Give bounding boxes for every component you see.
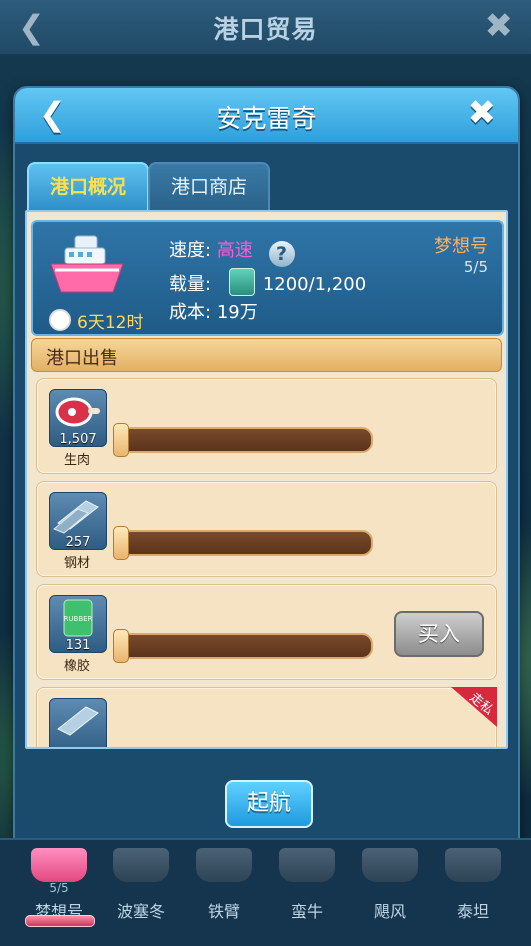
- slider-handle[interactable]: [113, 526, 129, 560]
- goods-row: 257 钢材: [36, 481, 497, 577]
- cargo-row: 载量: 1200/1,200: [169, 268, 366, 296]
- ship-thumb-icon: [196, 848, 252, 882]
- goods-count: 257: [65, 535, 91, 550]
- ship-thumb-icon: [362, 848, 418, 882]
- goods-count: 131: [65, 638, 91, 653]
- quantity-slider[interactable]: [117, 530, 373, 556]
- ship-count: 5/5: [463, 258, 488, 276]
- ship-slot-name: 泰坦: [456, 902, 489, 921]
- buy-button[interactable]: 买入: [394, 611, 484, 657]
- cost-value: 19万: [216, 302, 258, 323]
- ship-slot-count: 5/5: [49, 881, 69, 895]
- ship-icon: [50, 235, 124, 293]
- dialog-title: 安克雷奇: [216, 104, 317, 133]
- ship-slot-dream[interactable]: 5/5 梦想号: [24, 848, 94, 921]
- cargo-label: 载量:: [169, 274, 212, 295]
- steel-icon: [49, 698, 107, 747]
- ship-info-panel: 6天12时 速度: 高速 ? 载量: 1200/1,200 成本: 19万 梦想…: [31, 220, 504, 336]
- timer-text: 6天12时: [77, 313, 144, 333]
- section-header: 港口出售: [31, 338, 502, 372]
- goods-name: 生肉: [63, 453, 90, 468]
- ship-thumb-icon: [279, 848, 335, 882]
- cargo-value: 1200/1,200: [262, 274, 367, 295]
- goods-name: 钢材: [63, 556, 90, 571]
- selected-ship-indicator: [25, 915, 95, 927]
- dialog-close-icon[interactable]: ✖: [468, 93, 497, 133]
- cargo-icon: [228, 268, 255, 296]
- speed-label: 速度:: [169, 240, 212, 261]
- dialog-header: ❮ 安克雷奇 ✖: [15, 88, 518, 144]
- ship-slot-poseidon[interactable]: 波塞冬: [106, 848, 176, 921]
- tab-port-shop[interactable]: 港口商店: [148, 162, 270, 210]
- meat-icon: 1,507: [49, 389, 107, 447]
- ship-thumb-icon: [445, 848, 501, 882]
- ship-thumb-icon: [113, 848, 169, 882]
- ship-slot-hurricane[interactable]: 飓风: [355, 848, 425, 921]
- slider-handle[interactable]: [113, 423, 129, 457]
- goods-row: RUBBER 131 橡胶 买入: [36, 584, 497, 680]
- ship-name: 梦想号: [434, 236, 488, 257]
- steel-icon: 257: [49, 492, 107, 550]
- ship-slot-name: 蛮牛: [290, 902, 323, 921]
- page-title: 港口贸易: [213, 15, 318, 44]
- section-title: 港口出售: [46, 348, 118, 369]
- set-sail-button[interactable]: 起航: [225, 780, 313, 828]
- cost-label: 成本:: [169, 302, 212, 323]
- ship-selector-bar: 5/5 梦想号 波塞冬 铁臂 蛮牛 飓风 泰坦: [0, 838, 531, 946]
- help-icon[interactable]: ?: [268, 241, 295, 267]
- goods-count: 1,507: [59, 432, 97, 447]
- ship-slot-name: 铁臂: [207, 902, 240, 921]
- tab-port-overview[interactable]: 港口概况: [27, 162, 149, 210]
- top-bar: ❮ 港口贸易 ✖: [0, 0, 531, 56]
- ship-slot-name: 波塞冬: [116, 902, 165, 921]
- goods-row: 走私: [36, 687, 497, 747]
- quantity-slider[interactable]: [117, 633, 373, 659]
- quantity-slider[interactable]: [117, 427, 373, 453]
- cost-row: 成本: 19万: [169, 298, 258, 324]
- close-icon[interactable]: ✖: [485, 6, 514, 46]
- speed-row: 速度: 高速 ?: [169, 236, 295, 267]
- speed-value: 高速: [216, 240, 253, 261]
- rubber-barrel-icon: RUBBER 131: [49, 595, 107, 653]
- rubber-label-text: RUBBER: [64, 615, 93, 623]
- goods-row: 1,507 生肉: [36, 378, 497, 474]
- ship-slot-name: 飓风: [373, 902, 406, 921]
- ship-thumb-icon: [31, 848, 87, 882]
- voyage-timer: 6天12时: [49, 308, 143, 333]
- clock-icon: [49, 309, 71, 331]
- ship-slot-titan[interactable]: 泰坦: [438, 848, 508, 921]
- ship-slot-bull[interactable]: 蛮牛: [272, 848, 342, 921]
- smuggle-badge: 走私: [451, 687, 497, 727]
- content-panel: 6天12时 速度: 高速 ? 载量: 1200/1,200 成本: 19万 梦想…: [25, 210, 508, 749]
- slider-handle[interactable]: [113, 629, 129, 663]
- ship-slot-ironarm[interactable]: 铁臂: [189, 848, 259, 921]
- port-dialog: ❮ 安克雷奇 ✖ 港口概况 港口商店 6天12时 速度: 高速 ? 载量: 12…: [13, 86, 520, 858]
- goods-name: 橡胶: [63, 659, 90, 674]
